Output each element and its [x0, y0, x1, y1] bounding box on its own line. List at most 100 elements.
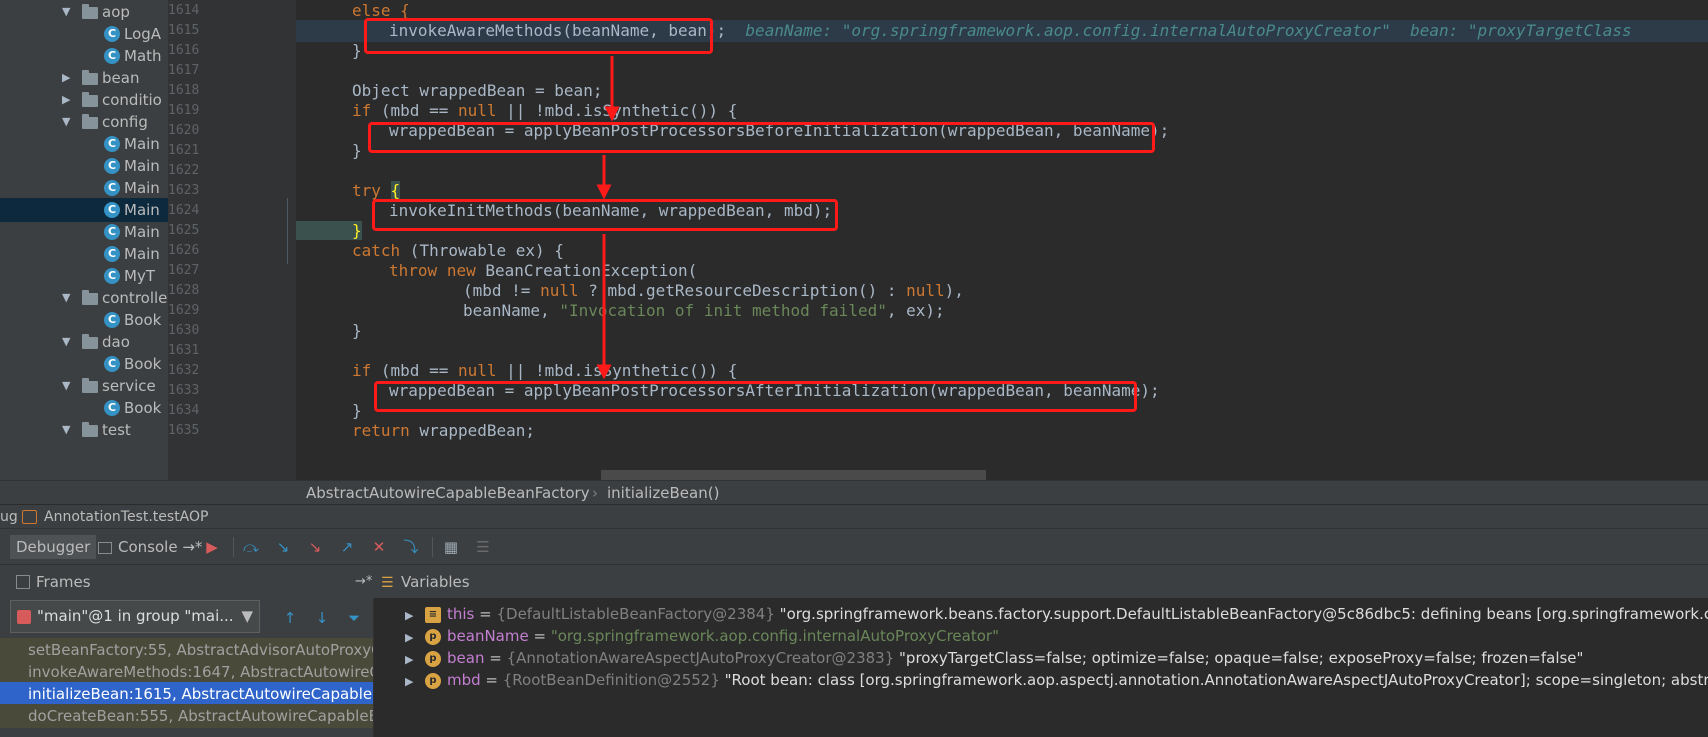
stack-frame[interactable]: doCreateBean:555, AbstractAutowireCapabl… — [0, 704, 373, 728]
chevron-right-icon[interactable]: ▶ — [405, 670, 425, 692]
show-execution-point-icon[interactable]: ▶ — [202, 537, 222, 557]
project-tree[interactable]: ▼ aop C LogA C Math ▶ bean ▶ conditio ▼ config C Main… — [0, 0, 168, 480]
tree-class[interactable]: C MyT — [0, 264, 168, 288]
line-number[interactable]: 1630 — [168, 320, 199, 342]
stack-frame[interactable]: initializeBean:1615, AbstractAutowireCap… — [0, 682, 373, 706]
step-over-icon[interactable]: ⤼ — [241, 537, 261, 557]
line-number[interactable]: 1616 — [168, 40, 199, 62]
tree-label: conditio — [102, 91, 162, 109]
tree-label: Main — [124, 157, 160, 175]
tree-package[interactable]: ▶ conditio — [0, 88, 168, 112]
tab-console[interactable]: Console →* — [92, 535, 208, 559]
line-number[interactable]: 1615 — [168, 20, 199, 42]
chevron-down-icon[interactable]: ▼ — [62, 286, 70, 310]
evaluate-expression-icon[interactable]: ▦ — [441, 537, 461, 557]
step-out-icon[interactable]: ↗ — [337, 537, 357, 557]
tree-class[interactable]: C Main — [0, 220, 168, 244]
run-config-name[interactable]: AnnotationTest.testAOP — [44, 505, 208, 529]
class-icon: C — [104, 268, 120, 284]
frames-pin-icon[interactable]: →* — [355, 565, 372, 599]
line-number[interactable]: 1617 — [168, 60, 199, 82]
chevron-right-icon[interactable]: ▶ — [405, 648, 425, 670]
tree-class[interactable]: C Main — [0, 132, 168, 156]
chevron-down-icon[interactable]: ▼ — [62, 374, 70, 398]
breadcrumb-method[interactable]: initializeBean() — [607, 481, 719, 505]
line-number[interactable]: 1622 — [168, 160, 199, 182]
line-number[interactable]: 1634 — [168, 400, 199, 422]
code-line-1635: return wrappedBean; — [352, 421, 536, 440]
line-number[interactable]: 1633 — [168, 380, 199, 402]
chevron-right-icon[interactable]: ▶ — [62, 66, 70, 90]
stack-frame[interactable]: invokeAwareMethods:1647, AbstractAutowir… — [0, 660, 373, 684]
code-line-1627: throw new BeanCreationException( — [389, 261, 698, 280]
tree-package[interactable]: ▼ test — [0, 418, 168, 442]
class-icon: C — [104, 400, 120, 416]
line-number[interactable]: 1629 — [168, 300, 199, 322]
line-number[interactable]: 1632 — [168, 360, 199, 382]
class-icon: C — [104, 158, 120, 174]
tree-class[interactable]: C Math — [0, 44, 168, 68]
chevron-down-icon[interactable]: ▼ — [62, 110, 70, 134]
line-number[interactable]: 1614 — [168, 0, 199, 22]
code-line-1630: } — [352, 321, 362, 340]
tree-package[interactable]: ▼ config — [0, 110, 168, 134]
run-to-cursor-icon[interactable]: ⤵ — [401, 537, 421, 557]
line-number[interactable]: 1624 — [168, 200, 199, 222]
tab-debugger[interactable]: Debugger — [10, 535, 97, 559]
variables-label: Variables — [401, 573, 470, 591]
variable-row[interactable]: ▶ p bean = {AnnotationAwareAspectJAutoProx… — [405, 646, 1708, 670]
breadcrumb-class[interactable]: AbstractAutowireCapableBeanFactory — [306, 481, 590, 505]
chevron-down-icon[interactable]: ▼ — [62, 330, 70, 354]
line-number[interactable]: 1621 — [168, 140, 199, 162]
tree-class[interactable]: C Main — [0, 242, 168, 266]
tree-package[interactable]: ▼ dao — [0, 330, 168, 354]
tree-class[interactable]: C Book — [0, 396, 168, 420]
tree-class[interactable]: C Book — [0, 308, 168, 332]
variable-name: bean — [447, 649, 485, 667]
variable-row[interactable]: ▶ p beanName = "org.springframework.aop.co… — [405, 624, 1708, 648]
line-number[interactable]: 1635 — [168, 420, 199, 442]
tree-label: Main — [124, 223, 160, 241]
line-number[interactable]: 1618 — [168, 80, 199, 102]
parameter-icon: p — [425, 650, 441, 667]
line-number[interactable]: 1625 — [168, 220, 199, 242]
tree-package[interactable]: ▶ bean — [0, 66, 168, 90]
chevron-right-icon[interactable]: ▶ — [62, 88, 70, 112]
tree-class[interactable]: C Book — [0, 352, 168, 376]
tree-class[interactable]: C LogA — [0, 22, 168, 46]
class-icon: C — [104, 202, 120, 218]
variable-row[interactable]: ▶ p mbd = {RootBeanDefinition@2552} "Root … — [405, 668, 1708, 692]
chevron-right-icon[interactable]: ▶ — [405, 604, 425, 626]
chevron-down-icon[interactable]: ▼ — [62, 418, 70, 442]
console-icon — [98, 541, 112, 554]
tree-label: config — [102, 113, 148, 131]
variable-row[interactable]: ▶ ≡ this = {DefaultListableBeanFactory@238… — [405, 602, 1708, 626]
line-number[interactable]: 1628 — [168, 280, 199, 302]
frame-up-icon[interactable]: ↑ — [280, 608, 300, 628]
force-step-into-icon[interactable]: ↘ — [305, 537, 325, 557]
tree-package[interactable]: ▼ service — [0, 374, 168, 398]
line-number[interactable]: 1620 — [168, 120, 199, 142]
frame-down-icon[interactable]: ↓ — [312, 608, 332, 628]
trace-icon[interactable]: ☰ — [473, 537, 493, 557]
tree-class[interactable]: C Main — [0, 176, 168, 200]
chevron-down-icon[interactable]: ▼ — [62, 0, 70, 24]
stack-frame[interactable]: setBeanFactory:55, AbstractAdvisorAutoPr… — [0, 638, 373, 662]
chevron-right-icon[interactable]: ▶ — [405, 626, 425, 648]
tree-package[interactable]: ▼ aop — [0, 0, 168, 24]
thread-selector[interactable]: "main"@1 in group "mai... ▼ — [10, 600, 260, 633]
line-number[interactable]: 1619 — [168, 100, 199, 122]
tree-package[interactable]: ▼ controlle — [0, 286, 168, 310]
tree-class[interactable]: C Main — [0, 154, 168, 178]
debug-window-title: ug AnnotationTest.testAOP — [0, 504, 1708, 528]
filter-icon[interactable]: ⏷ — [344, 608, 364, 628]
tree-class[interactable]: C Main — [0, 198, 168, 222]
variable-value: "org.springframework.beans.factory.suppo… — [779, 605, 1708, 623]
line-number[interactable]: 1631 — [168, 340, 199, 362]
step-into-icon[interactable]: ↘ — [273, 537, 293, 557]
line-number[interactable]: 1626 — [168, 240, 199, 262]
line-number[interactable]: 1627 — [168, 260, 199, 282]
line-number[interactable]: 1623 — [168, 180, 199, 202]
horizontal-scrollbar[interactable] — [601, 470, 986, 480]
drop-frame-icon[interactable]: ✕ — [369, 537, 389, 557]
